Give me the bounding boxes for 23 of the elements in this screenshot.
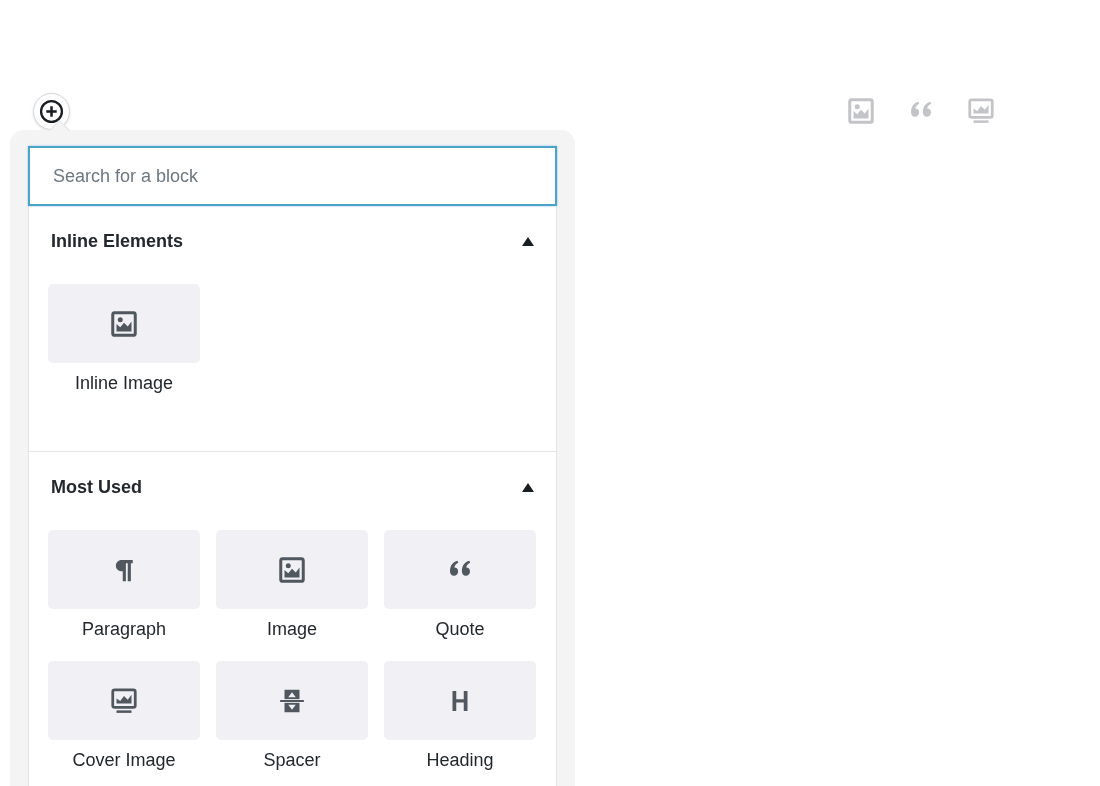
block-label: Heading bbox=[426, 749, 494, 771]
block-label: Image bbox=[267, 618, 317, 640]
collapse-toggle[interactable] bbox=[522, 482, 534, 492]
monitor-icon bbox=[109, 685, 139, 716]
block-tile[interactable] bbox=[48, 661, 200, 740]
image-icon bbox=[109, 308, 139, 339]
block-tile[interactable] bbox=[216, 661, 368, 740]
block-tile[interactable] bbox=[216, 530, 368, 609]
collapse-toggle[interactable] bbox=[522, 236, 534, 246]
block-tile[interactable] bbox=[48, 530, 200, 609]
block-label: Cover Image bbox=[72, 749, 176, 771]
block-label: Inline Image bbox=[74, 372, 174, 394]
block-tile[interactable] bbox=[384, 661, 536, 740]
add-block-button[interactable] bbox=[33, 92, 70, 130]
block-label: Quote bbox=[435, 618, 485, 640]
search-field[interactable]: Search for a block bbox=[28, 146, 557, 206]
block-tile[interactable] bbox=[384, 530, 536, 609]
image-icon bbox=[277, 554, 307, 585]
section-title: Inline Elements bbox=[51, 230, 184, 252]
block-tile[interactable] bbox=[48, 284, 200, 363]
section-title: Most Used bbox=[51, 476, 142, 498]
block-label: Spacer bbox=[263, 749, 321, 771]
block-label: Paragraph bbox=[81, 618, 167, 640]
